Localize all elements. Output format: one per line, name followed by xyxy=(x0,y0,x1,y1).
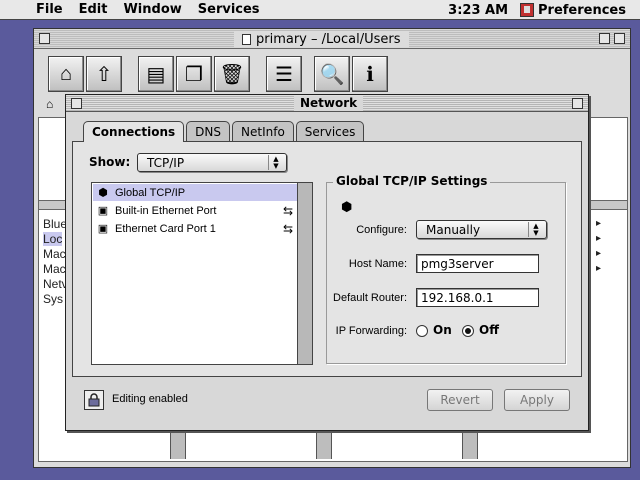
path-icon[interactable]: ⌂ xyxy=(46,97,53,111)
ethernet-port-icon: ▣ xyxy=(97,222,109,235)
menu-services[interactable]: Services xyxy=(190,2,268,17)
folder-proxy-icon[interactable] xyxy=(242,33,251,45)
finder-title-bar[interactable]: primary – /Local/Users xyxy=(34,29,630,49)
finder-title-text: primary – /Local/Users xyxy=(256,31,401,47)
connection-list-scrollbar[interactable] xyxy=(297,183,312,364)
inspector-icon[interactable]: ☰ xyxy=(266,56,302,92)
forwarding-off-radio[interactable] xyxy=(462,325,474,337)
configure-label: Configure: xyxy=(356,224,407,236)
finder-collapse-button[interactable] xyxy=(614,33,625,44)
copy-icon[interactable]: ❐ xyxy=(176,56,212,92)
menu-window[interactable]: Window xyxy=(115,2,189,17)
group-title: Global TCP/IP Settings xyxy=(333,174,491,188)
ethernet-port-icon: ▣ xyxy=(97,204,109,217)
network-tabs: Connections DNS NetInfo Services xyxy=(83,121,366,142)
menu-file[interactable]: File xyxy=(28,2,71,17)
host-name-label: Host Name: xyxy=(348,258,407,270)
browser-item[interactable]: Mac xyxy=(43,247,66,261)
browser-item[interactable]: Blue xyxy=(43,217,67,231)
menu-bar: File Edit Window Services 3:23 AM Prefer… xyxy=(0,0,640,20)
swap-arrows-icon: ⇆ xyxy=(282,221,293,236)
network-collapse-button[interactable] xyxy=(572,98,583,109)
forwarding-on-radio[interactable] xyxy=(416,325,428,337)
connection-list: ⬢ Global TCP/IP ▣ Built-in Ethernet Port… xyxy=(91,182,313,365)
show-popup-value: TCP/IP xyxy=(147,155,185,170)
list-item-ethernet-card[interactable]: ▣ Ethernet Card Port 1 ⇆ xyxy=(93,220,297,237)
column-divider[interactable] xyxy=(170,429,186,459)
popup-arrows-icon: ▲ ▼ xyxy=(528,222,543,237)
network-title-bar[interactable]: Network xyxy=(66,95,588,112)
padlock-icon xyxy=(88,393,100,407)
lock-icon[interactable] xyxy=(84,390,104,410)
ip-forwarding-label: IP Forwarding: xyxy=(335,325,407,337)
menu-edit[interactable]: Edit xyxy=(71,2,116,17)
browser-item[interactable]: Loc xyxy=(43,232,63,246)
find-icon[interactable]: 🔍 xyxy=(314,56,350,92)
browser-item[interactable]: Sys xyxy=(43,292,63,306)
disclosure-arrow-icon: ▸ xyxy=(596,233,602,244)
tab-dns[interactable]: DNS xyxy=(186,121,231,141)
configure-popup[interactable]: Manually ▲ ▼ xyxy=(416,220,547,239)
disclosure-arrow-icon: ▸ xyxy=(596,218,602,229)
connection-label: Global TCP/IP xyxy=(115,186,186,199)
global-settings-group: Global TCP/IP Settings ⬢ Configure: Manu… xyxy=(326,174,566,364)
popup-arrows-icon: ▲ ▼ xyxy=(268,155,283,170)
tab-services[interactable]: Services xyxy=(295,121,365,141)
network-window: Network Connections DNS NetInfo Services… xyxy=(65,94,589,431)
revert-button[interactable]: Revert xyxy=(427,389,493,411)
column-divider[interactable] xyxy=(316,429,332,459)
network-close-button[interactable] xyxy=(71,98,82,109)
default-router-field[interactable]: 192.168.0.1 xyxy=(416,288,539,307)
trash-icon[interactable]: 🗑 xyxy=(214,56,250,92)
swap-arrows-icon: ⇆ xyxy=(282,203,293,218)
new-folder-icon[interactable]: ▤ xyxy=(138,56,174,92)
home-icon[interactable]: ⌂ xyxy=(48,56,84,92)
upload-icon[interactable]: ⇧ xyxy=(86,56,122,92)
connection-label: Built-in Ethernet Port xyxy=(115,204,217,217)
default-router-label: Default Router: xyxy=(333,292,407,304)
column-divider[interactable] xyxy=(462,429,478,459)
application-menu-label: Preferences xyxy=(538,2,626,18)
show-popup[interactable]: TCP/IP ▲ ▼ xyxy=(137,153,287,172)
tab-connections[interactable]: Connections xyxy=(83,121,185,142)
preferences-app-icon xyxy=(520,3,535,17)
forwarding-off-label[interactable]: Off xyxy=(479,323,499,337)
finder-zoom-button[interactable] xyxy=(599,33,610,44)
host-name-field[interactable]: pmg3server xyxy=(416,254,539,273)
forwarding-on-label[interactable]: On xyxy=(433,323,452,337)
finder-close-button[interactable] xyxy=(39,33,50,44)
list-item-global-tcpip[interactable]: ⬢ Global TCP/IP xyxy=(93,184,297,201)
configure-popup-value: Manually xyxy=(426,222,481,237)
info-icon[interactable]: ℹ xyxy=(352,56,388,92)
finder-window-title: primary – /Local/Users xyxy=(234,31,409,47)
disclosure-arrow-icon: ▸ xyxy=(596,248,602,259)
browser-item[interactable]: Mac xyxy=(43,262,66,276)
list-item-built-in-ethernet[interactable]: ▣ Built-in Ethernet Port ⇆ xyxy=(93,202,297,219)
apply-button[interactable]: Apply xyxy=(504,389,570,411)
network-cube-icon: ⬢ xyxy=(98,186,108,199)
connections-pane: Show: TCP/IP ▲ ▼ ⬢ Global TCP/IP ▣ Built-… xyxy=(72,141,582,377)
connection-label: Ethernet Card Port 1 xyxy=(115,222,216,235)
tab-netinfo[interactable]: NetInfo xyxy=(232,121,294,141)
application-menu[interactable]: Preferences xyxy=(520,3,640,18)
network-window-title: Network xyxy=(294,96,364,111)
disclosure-arrow-icon: ▸ xyxy=(596,263,602,274)
menubar-clock[interactable]: 3:23 AM xyxy=(448,3,508,18)
network-cube-icon: ⬢ xyxy=(341,199,353,214)
show-label: Show: xyxy=(89,155,131,169)
lock-status: Editing enabled xyxy=(112,393,188,405)
browser-item[interactable]: Netv xyxy=(43,277,68,291)
